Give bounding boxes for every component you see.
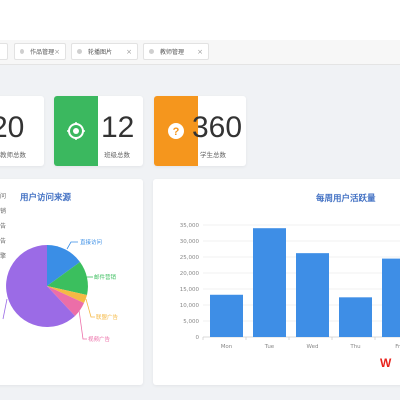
bar-mon: [210, 294, 243, 337]
pie-chart-card: 用户访问来源 问 销 告 告 擎 直接访问 邮件营销 联盟广告 视频广告: [0, 179, 143, 385]
pie-label-direct: 直接访问: [80, 240, 103, 246]
bar-thu: [339, 297, 372, 337]
tab-works[interactable]: 作品管理 ×: [14, 43, 66, 60]
stat-value: 20: [0, 111, 25, 144]
y-tick-label: 20,000: [180, 271, 200, 277]
stat-value: 12: [101, 111, 135, 144]
bar-fri: [382, 258, 400, 337]
stat-label: 学生总数: [200, 151, 226, 159]
pie-label-alliance: 联盟广告: [96, 315, 119, 321]
x-tick-label: Mon: [221, 344, 233, 350]
pie-chart: [2, 241, 95, 340]
tab-partial[interactable]: [0, 43, 8, 60]
stat-card-classes: 12 班级总数: [54, 96, 143, 166]
close-icon[interactable]: ×: [54, 48, 60, 56]
y-tick-label: 25,000: [180, 255, 200, 261]
tab-label: 教师管理: [160, 49, 185, 56]
bar-wed: [296, 253, 329, 337]
x-tick-label: Thu: [349, 344, 360, 350]
stat-card-teachers: 20 教师总数: [0, 96, 44, 166]
bar-chart: 0 5,000 10,000 15,000 20,000 25,000 30,000 35,0…: [180, 223, 400, 350]
pie-leader-line: [2, 298, 8, 320]
bar-tue: [253, 228, 286, 337]
y-tick-label: 15,000: [180, 287, 200, 293]
dot-icon: [20, 49, 25, 54]
y-tick-label: 10,000: [180, 303, 200, 309]
stat-icon-box: [54, 96, 98, 166]
pie-label-video: 视频广告: [88, 337, 111, 343]
close-icon[interactable]: ×: [197, 48, 203, 56]
tab-carousel[interactable]: 轮播图片 ×: [71, 43, 138, 60]
tab-label: 作品管理: [30, 49, 55, 56]
x-tick-label: Wed: [307, 344, 319, 350]
y-tick-label: 30,000: [180, 239, 200, 245]
stat-card-students: ? 360 学生总数: [154, 96, 246, 166]
close-icon[interactable]: ×: [126, 48, 132, 56]
pie-leader-line: [78, 309, 87, 340]
tabs-bar: 作品管理 × 轮播图片 × 教师管理 ×: [0, 40, 400, 65]
y-tick-label: 35,000: [180, 223, 200, 229]
top-header-bar: [0, 0, 400, 41]
pie-label-email: 邮件营销: [94, 275, 117, 281]
watermark-logo: W: [380, 356, 392, 370]
svg-text:?: ?: [173, 126, 180, 138]
stat-label: 班级总数: [104, 151, 130, 159]
tab-label: 轮播图片: [88, 49, 113, 56]
x-tick-label: Fri: [395, 344, 400, 350]
pie-leader-line: [66, 241, 78, 250]
y-tick-label: 5,000: [183, 319, 199, 325]
bar-chart-card: 每周用户活跃量 0 5,000 10,000 15,000 20,000 25,000 30…: [153, 179, 400, 385]
tab-teachers[interactable]: 教师管理 ×: [143, 43, 209, 60]
question-icon: ?: [168, 123, 184, 139]
y-tick-label: 0: [196, 335, 200, 341]
target-icon: [67, 122, 85, 140]
x-tick-label: Tue: [264, 344, 275, 350]
pie-leader-line: [85, 298, 95, 318]
dot-icon: [77, 49, 82, 54]
stat-label: 教师总数: [0, 151, 26, 159]
stat-value: 360: [192, 111, 243, 144]
dot-icon: [149, 49, 154, 54]
